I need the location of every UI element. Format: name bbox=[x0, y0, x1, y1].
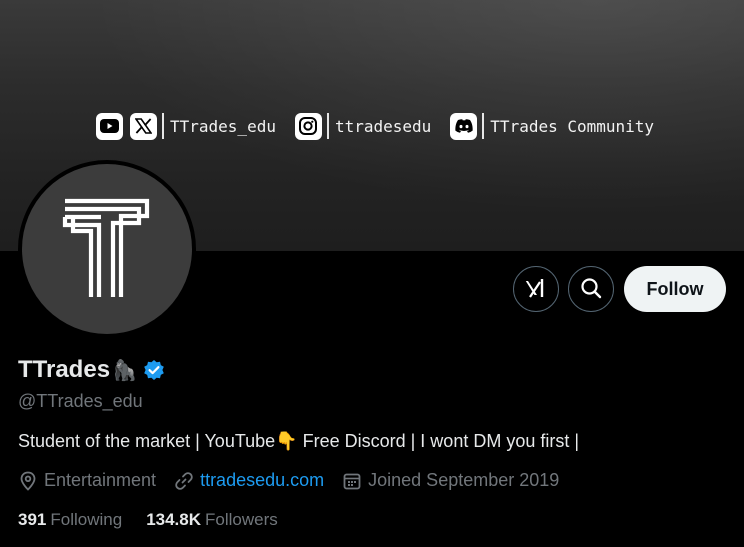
follow-button[interactable]: Follow bbox=[624, 266, 726, 312]
display-name: TTrades bbox=[18, 356, 111, 383]
followers-stat[interactable]: 134.8K Followers bbox=[146, 510, 278, 530]
x-handle-text: TTrades_edu bbox=[170, 116, 276, 136]
grok-button[interactable] bbox=[513, 266, 559, 312]
profile-meta: Entertainment ttradesedu.com Joined Sept… bbox=[18, 470, 577, 491]
category-text: Entertainment bbox=[44, 470, 157, 490]
website-link[interactable]: ttradesedu.com bbox=[200, 470, 324, 491]
category-item: Entertainment bbox=[18, 470, 156, 491]
x-icon bbox=[130, 112, 157, 140]
followers-label: Followers bbox=[205, 510, 278, 529]
profile-stats: 391 Following 134.8K Followers bbox=[18, 510, 302, 530]
banner-divider bbox=[326, 113, 329, 139]
link-icon bbox=[175, 471, 193, 490]
followers-count: 134.8K bbox=[146, 510, 202, 529]
youtube-icon bbox=[96, 112, 123, 140]
avatar[interactable] bbox=[18, 160, 196, 338]
gorilla-emoji: 🦍 bbox=[112, 359, 137, 382]
joined-text: Joined September 2019 bbox=[368, 470, 560, 490]
profile-name-row: TTrades 🦍 bbox=[18, 356, 165, 384]
verified-badge-icon[interactable] bbox=[143, 359, 165, 381]
location-pin-icon bbox=[20, 471, 36, 491]
following-stat[interactable]: 391 Following bbox=[18, 510, 122, 530]
website-item[interactable]: ttradesedu.com bbox=[174, 470, 324, 491]
discord-icon bbox=[450, 112, 478, 140]
instagram-icon bbox=[294, 112, 322, 140]
discord-label-text: TTrades Community bbox=[490, 116, 655, 136]
avatar-image bbox=[22, 164, 192, 334]
banner-divider bbox=[482, 113, 485, 139]
following-count: 391 bbox=[18, 510, 47, 529]
instagram-handle-text: ttradesedu bbox=[334, 116, 432, 136]
calendar-icon bbox=[343, 473, 361, 489]
profile-bio: Student of the market | YouTube👇 Free Di… bbox=[18, 431, 580, 451]
joined-item: Joined September 2019 bbox=[342, 470, 559, 491]
search-icon bbox=[580, 277, 602, 302]
banner-divider bbox=[162, 113, 164, 139]
search-profile-button[interactable] bbox=[568, 266, 614, 312]
profile-handle: @TTrades_edu bbox=[18, 391, 143, 411]
ttrades-logo bbox=[62, 198, 150, 297]
grok-icon bbox=[525, 277, 547, 302]
following-label: Following bbox=[50, 510, 123, 529]
banner-social-links: TTrades_edu ttradesedu TTrades Community bbox=[96, 111, 654, 141]
